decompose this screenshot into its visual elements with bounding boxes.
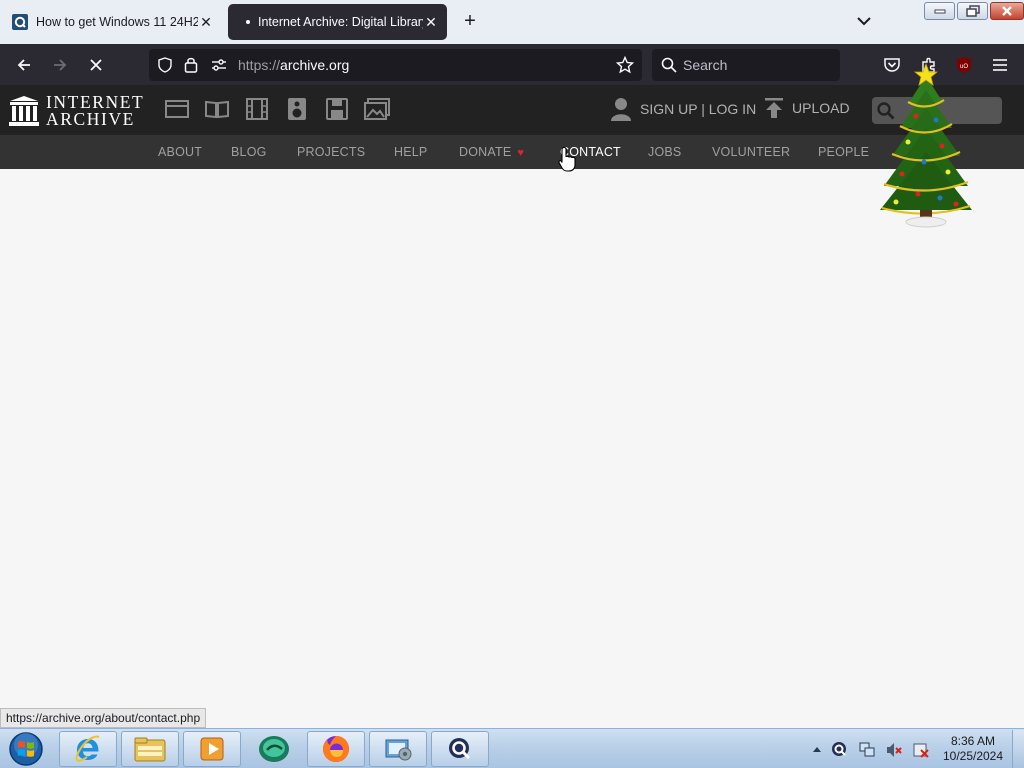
address-bar[interactable]: https://archive.org <box>149 49 642 81</box>
archive-nav-bar: ABOUT BLOG PROJECTS HELP DONATE ♥ CONTACT… <box>0 135 1024 169</box>
shield-icon[interactable] <box>157 57 173 73</box>
images-icon[interactable] <box>364 96 390 122</box>
archive-top-bar: INTERNET ARCHIVE SIGN UP | LOG IN UPLOAD <box>0 85 1024 135</box>
upload-link[interactable]: UPLOAD <box>764 97 850 119</box>
link-status-bar: https://archive.org/about/contact.php <box>0 708 207 728</box>
show-desktop-button[interactable] <box>1012 730 1024 768</box>
forward-arrow-icon <box>54 59 67 71</box>
hand-pointer-icon <box>558 146 576 172</box>
app-icon <box>259 736 289 762</box>
web-icon[interactable] <box>164 96 190 122</box>
clock-time: 8:36 AM <box>950 734 996 748</box>
show-hidden-icons-icon[interactable] <box>812 745 822 755</box>
firefox-icon <box>323 736 349 762</box>
chevron-down-icon <box>857 17 871 26</box>
taskbar-media-player[interactable] <box>183 731 241 767</box>
clock-date: 10/25/2024 <box>942 749 1004 763</box>
audio-icon[interactable] <box>284 96 310 122</box>
sign-up-log-in-link[interactable]: SIGN UP | LOG IN <box>610 97 756 121</box>
nav-about[interactable]: ABOUT <box>158 145 202 159</box>
tab-close-icon[interactable]: ✕ <box>198 14 214 31</box>
page-content-area <box>0 169 1024 728</box>
archive-building-icon <box>9 96 39 126</box>
search-icon <box>661 57 677 73</box>
tab-close-icon[interactable]: ✕ <box>423 14 439 31</box>
system-tray <box>812 741 930 759</box>
tab-title: Internet Archive: Digital Library <box>258 15 423 29</box>
back-arrow-icon <box>17 59 30 71</box>
upload-label: UPLOAD <box>792 100 850 116</box>
media-type-icons <box>164 96 390 122</box>
nav-blog[interactable]: BLOG <box>231 145 267 159</box>
sign-up-log-in-label: SIGN UP | LOG IN <box>640 101 757 117</box>
url-protocol: https:// <box>238 57 281 73</box>
taskbar-search-app[interactable] <box>431 731 489 767</box>
christmas-tree-icon <box>880 62 972 228</box>
archive-favicon-icon <box>12 14 28 30</box>
nav-people[interactable]: PEOPLE <box>818 145 869 159</box>
minimize-icon <box>934 9 945 14</box>
heart-icon: ♥ <box>517 147 525 159</box>
windows-start-button[interactable] <box>6 731 46 767</box>
taskbar-clock[interactable]: 8:36 AM 10/25/2024 <box>938 734 1008 764</box>
nav-jobs[interactable]: JOBS <box>648 145 681 159</box>
nav-volunteer[interactable]: VOLUNTEER <box>712 145 790 159</box>
url-host: archive.org <box>280 57 350 73</box>
nav-donate-link[interactable]: DONATE ♥ <box>459 145 524 159</box>
taskbar-control-panel[interactable] <box>369 731 427 767</box>
browser-toolbar: https://archive.org Search uO <box>0 44 1024 85</box>
action-center-icon[interactable] <box>912 741 930 759</box>
taskbar-internet-explorer[interactable] <box>59 731 117 767</box>
restore-button[interactable] <box>957 2 988 20</box>
stop-loading-button[interactable] <box>83 52 109 78</box>
tab-internet-archive[interactable]: Internet Archive: Digital Library ✕ <box>228 4 447 40</box>
permissions-icon[interactable] <box>211 58 227 72</box>
network-icon[interactable] <box>858 741 876 759</box>
volume-muted-icon[interactable] <box>885 741 903 759</box>
tab-windows-11-article[interactable]: How to get Windows 11 24H2, a ✕ <box>2 4 222 40</box>
control-panel-icon <box>385 739 412 761</box>
new-tab-button[interactable]: + <box>458 10 482 34</box>
software-icon[interactable] <box>324 96 350 122</box>
restore-icon <box>965 5 980 17</box>
upload-arrow-icon <box>765 98 783 118</box>
url-text[interactable]: https://archive.org <box>238 57 349 73</box>
app-menu-button[interactable] <box>987 52 1013 78</box>
taskbar-file-explorer[interactable] <box>121 731 179 767</box>
taskbar-app[interactable] <box>245 731 303 767</box>
minimize-button[interactable] <box>924 2 955 20</box>
search-app-icon <box>449 738 471 760</box>
media-player-icon <box>200 737 224 761</box>
nav-help[interactable]: HELP <box>394 145 427 159</box>
tab-title: How to get Windows 11 24H2, a <box>36 15 198 29</box>
user-icon <box>611 98 631 121</box>
stop-icon <box>90 59 102 71</box>
back-button[interactable] <box>11 52 37 78</box>
close-icon <box>1002 6 1012 16</box>
video-icon[interactable] <box>244 96 270 122</box>
forward-button[interactable] <box>47 52 73 78</box>
taskbar-firefox[interactable] <box>307 731 365 767</box>
windows-taskbar: 8:36 AM 10/25/2024 <box>0 728 1024 768</box>
explorer-icon <box>134 737 166 762</box>
texts-icon[interactable] <box>204 96 230 122</box>
tab-strip: How to get Windows 11 24H2, a ✕ Internet… <box>0 0 1024 44</box>
lock-icon[interactable] <box>184 56 198 73</box>
browser-search-field[interactable]: Search <box>652 49 840 81</box>
list-all-tabs-button[interactable] <box>853 10 875 32</box>
bookmark-star-icon[interactable] <box>616 56 634 74</box>
logo-line-2: ARCHIVE <box>46 109 135 129</box>
window-controls <box>924 2 1024 20</box>
search-placeholder: Search <box>683 57 728 73</box>
nav-donate: DONATE <box>459 145 512 159</box>
hamburger-menu-icon <box>993 59 1007 71</box>
loading-dot-icon <box>246 20 250 24</box>
ie-icon <box>75 735 100 762</box>
internet-archive-logo[interactable]: INTERNET ARCHIVE <box>9 93 144 129</box>
nav-projects[interactable]: PROJECTS <box>297 145 365 159</box>
close-window-button[interactable] <box>990 2 1024 20</box>
tray-search-app-icon[interactable] <box>831 741 849 759</box>
